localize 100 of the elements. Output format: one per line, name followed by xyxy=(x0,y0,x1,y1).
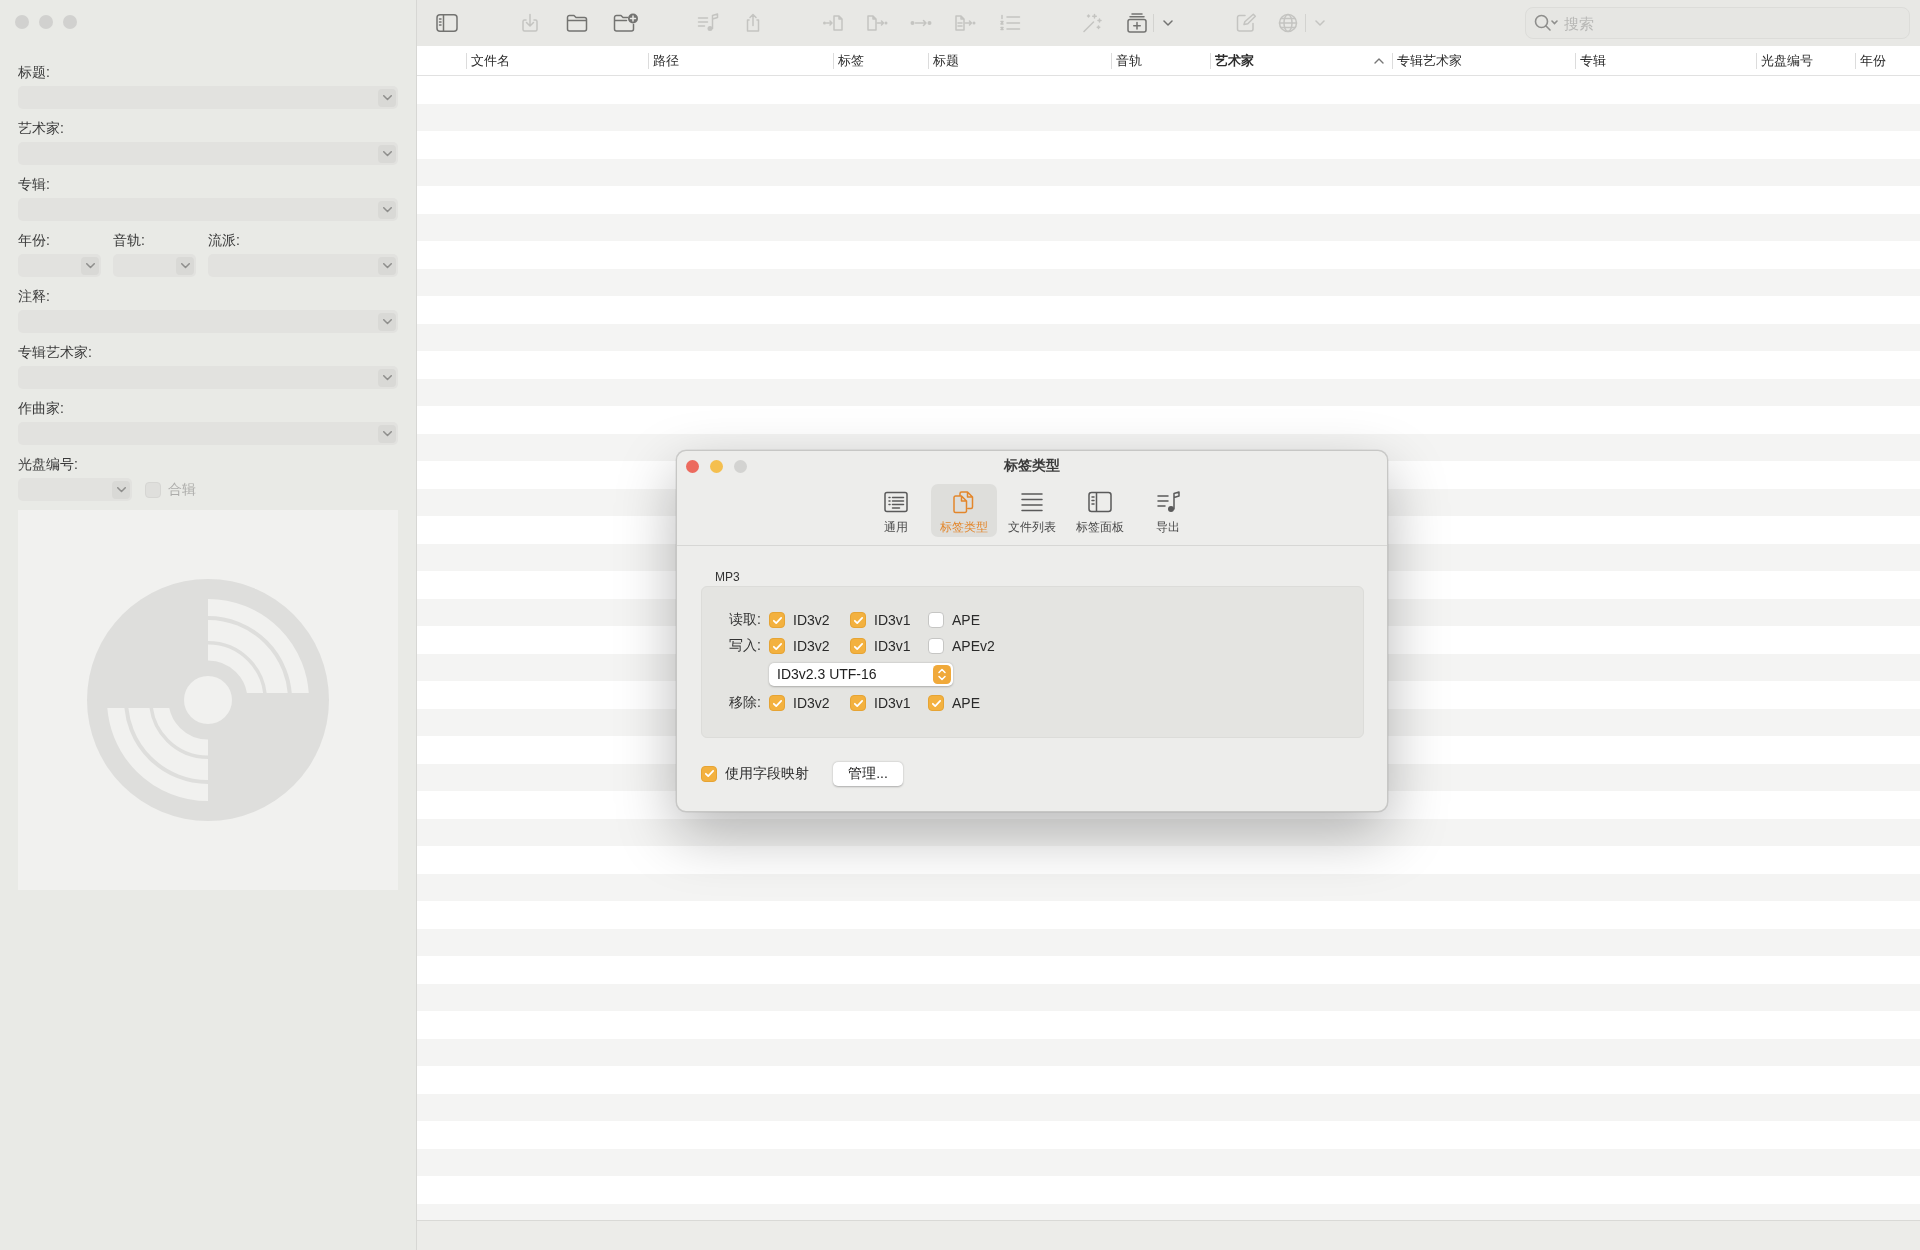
document-arrow-dot-icon xyxy=(866,13,888,33)
combo-box[interactable] xyxy=(18,86,398,109)
chevron-down-icon xyxy=(180,262,190,269)
numbered-list-icon xyxy=(999,13,1021,33)
column-header[interactable]: 年份 xyxy=(1860,51,1886,70)
sidebar-icon xyxy=(436,13,458,33)
checkbox[interactable] xyxy=(928,695,944,711)
combo-box[interactable] xyxy=(208,254,398,277)
dot-arrow-document-icon xyxy=(822,13,844,33)
zoom-button[interactable] xyxy=(63,15,77,29)
dialog-title: 标签类型 xyxy=(1004,457,1060,475)
checkbox-label: ID3v2 xyxy=(793,695,830,711)
checkbox-label: ID3v1 xyxy=(874,638,911,654)
checkbox[interactable] xyxy=(850,612,866,628)
caret-down-icon xyxy=(1314,20,1325,26)
combo-box[interactable] xyxy=(18,422,398,445)
checkbox-label: APE xyxy=(952,612,980,628)
chevron-down-icon xyxy=(382,374,392,381)
column-header[interactable]: 光盘编号 xyxy=(1761,51,1813,70)
folder-plus-icon xyxy=(613,13,639,33)
lines-icon xyxy=(1019,490,1045,514)
magic-wand-icon xyxy=(1081,13,1103,33)
combo-box[interactable] xyxy=(18,478,132,501)
field-label: 光盘编号: xyxy=(18,456,78,473)
preference-tab[interactable]: 导出 xyxy=(1135,484,1201,537)
checkmark-icon xyxy=(771,640,783,652)
checkmark-icon xyxy=(930,697,942,709)
column-header[interactable]: 音轨 xyxy=(1116,51,1142,70)
column-header[interactable]: 专辑艺术家 xyxy=(1397,51,1462,70)
checkmark-icon xyxy=(771,614,783,626)
combo-box[interactable] xyxy=(18,310,398,333)
chevron-down-icon xyxy=(382,318,392,325)
checkbox[interactable] xyxy=(769,695,785,711)
combo-box[interactable] xyxy=(113,254,196,277)
option-label: 写入: xyxy=(728,637,761,655)
section-title: MP3 xyxy=(715,570,740,584)
minimize-button[interactable] xyxy=(710,459,723,473)
chevron-down-icon xyxy=(382,150,392,157)
field-label: 注释: xyxy=(18,288,50,305)
minimize-button[interactable] xyxy=(39,15,53,29)
checkbox[interactable] xyxy=(928,638,944,654)
column-header[interactable]: 艺术家 xyxy=(1215,51,1254,70)
option-label: 读取: xyxy=(728,611,761,629)
column-header[interactable]: 路径 xyxy=(653,51,679,70)
option-label: 移除: xyxy=(728,694,761,712)
field-label: 流派: xyxy=(208,232,240,249)
column-header[interactable]: 专辑 xyxy=(1580,51,1606,70)
chevron-down-icon xyxy=(85,262,95,269)
field-label: 音轨: xyxy=(113,232,145,249)
column-header[interactable]: 标签 xyxy=(838,51,864,70)
close-button[interactable] xyxy=(15,15,29,29)
checkmark-icon xyxy=(852,614,864,626)
field-label: 艺术家: xyxy=(18,120,64,137)
tray-arrow-icon xyxy=(519,13,541,33)
field-label: 专辑: xyxy=(18,176,50,193)
combo-box[interactable] xyxy=(18,366,398,389)
checkbox[interactable] xyxy=(701,765,717,782)
checkmark-icon xyxy=(852,640,864,652)
chevron-down-icon xyxy=(382,262,392,269)
field-label: 专辑艺术家: xyxy=(18,344,92,361)
archive-plus-icon xyxy=(1126,13,1148,33)
sort-caret-icon xyxy=(1374,57,1384,64)
column-header[interactable]: 文件名 xyxy=(471,51,510,70)
checkbox[interactable] xyxy=(769,638,785,654)
list-box-icon xyxy=(883,490,909,514)
combo-box[interactable] xyxy=(18,142,398,165)
checkbox[interactable] xyxy=(850,638,866,654)
music-list-icon xyxy=(697,13,719,33)
chevron-down-icon xyxy=(382,206,392,213)
zoom-button[interactable] xyxy=(734,459,747,473)
field-label: 标题: xyxy=(18,64,50,81)
checkbox[interactable] xyxy=(769,612,785,628)
globe-icon xyxy=(1277,13,1299,33)
document-lines-arrow-icon xyxy=(954,13,976,33)
popup-button[interactable]: ID3v2.3 UTF-16 xyxy=(769,662,953,686)
checkmark-icon xyxy=(852,697,864,709)
column-header[interactable]: 标题 xyxy=(933,51,959,70)
checkmark-icon xyxy=(703,768,715,779)
chevron-down-icon xyxy=(116,486,126,493)
preference-tab[interactable]: 通用 xyxy=(863,484,929,537)
field-label: 年份: xyxy=(18,232,50,249)
field-label: 作曲家: xyxy=(18,400,64,417)
preference-tab[interactable]: 文件列表 xyxy=(999,484,1065,537)
caret-down-icon xyxy=(1162,20,1173,26)
close-button[interactable] xyxy=(686,459,699,473)
checkbox-label: 合辑 xyxy=(168,480,196,499)
compose-icon xyxy=(1235,13,1257,33)
checkbox[interactable] xyxy=(850,695,866,711)
checkbox-label: ID3v2 xyxy=(793,612,830,628)
checkbox[interactable] xyxy=(928,612,944,628)
checkmark-icon xyxy=(771,697,783,709)
combo-box[interactable] xyxy=(18,198,398,221)
stepper-icon xyxy=(933,664,951,684)
music-list-icon xyxy=(1155,490,1181,514)
combo-box[interactable] xyxy=(18,254,101,277)
checkbox-label: ID3v1 xyxy=(874,695,911,711)
checkbox-label: ID3v1 xyxy=(874,612,911,628)
chevron-down-icon xyxy=(382,430,392,437)
manage-button[interactable]: 管理... xyxy=(833,761,903,786)
preference-tab[interactable]: 标签面板 xyxy=(1067,484,1133,537)
